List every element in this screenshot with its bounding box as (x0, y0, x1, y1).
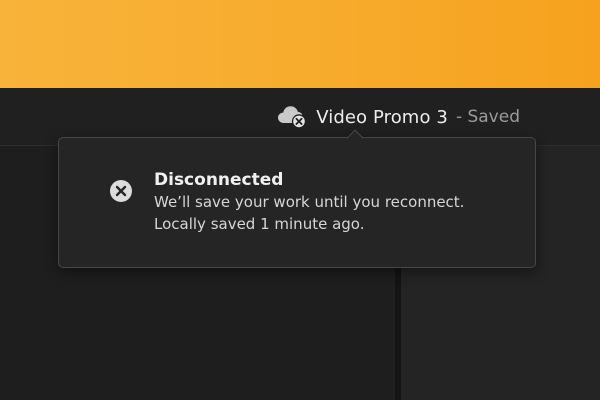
panel-resize-handle[interactable] (395, 265, 401, 400)
close-circle-icon (109, 179, 133, 203)
popover-local-save: Locally saved 1 minute ago. (154, 215, 365, 233)
popover-text-block: Disconnected We’ll save your work until … (154, 169, 524, 235)
cloud-disconnected-icon[interactable] (276, 103, 310, 131)
project-name[interactable]: Video Promo 3 (316, 107, 448, 128)
popover-title: Disconnected (154, 170, 284, 190)
top-banner (0, 0, 600, 88)
sync-status-popover: Disconnected We’ll save your work until … (58, 129, 536, 268)
project-status: Video Promo 3 - Saved (276, 102, 520, 132)
popover-message: We’ll save your work until you reconnect… (154, 193, 465, 211)
save-status: - Saved (455, 107, 520, 127)
app-window: Video Promo 3 - Saved Disconnected We’ll… (0, 0, 600, 400)
